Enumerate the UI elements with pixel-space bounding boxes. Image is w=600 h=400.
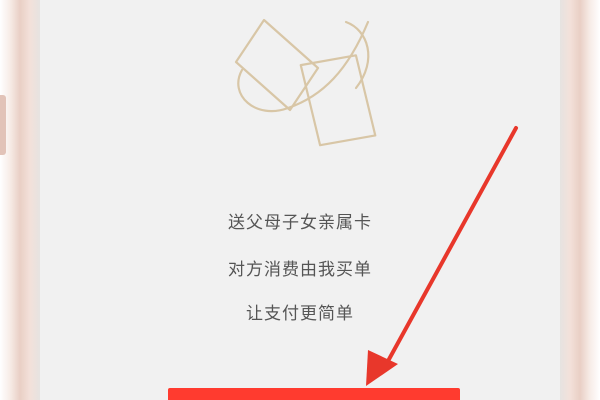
promo-line-3: 让支付更简单	[246, 304, 354, 324]
card-gift-icon	[234, 18, 377, 147]
phone-frame-left	[0, 0, 40, 400]
phone-side-button	[0, 95, 6, 155]
phone-screen: 送父母子女亲属卡 对方消费由我买单 让支付更简单	[40, 0, 560, 400]
phone-frame-right	[560, 0, 600, 400]
promo-line-1: 送父母子女亲属卡	[228, 213, 372, 233]
open-family-card-button[interactable]	[168, 388, 460, 400]
screenshot: 送父母子女亲属卡 对方消费由我买单 让支付更简单	[0, 0, 600, 400]
promo-line-2: 对方消费由我买单	[228, 260, 372, 280]
